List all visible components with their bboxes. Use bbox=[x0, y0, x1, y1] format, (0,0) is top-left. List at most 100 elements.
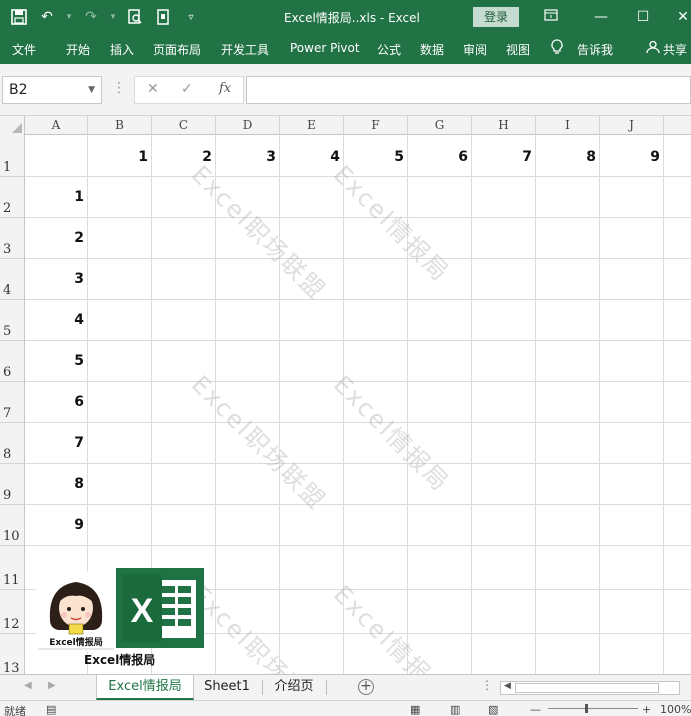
cell-row1-value[interactable]: 5 bbox=[344, 149, 404, 165]
cell-colA-value[interactable]: 3 bbox=[25, 271, 84, 287]
row-header-7[interactable]: 7 bbox=[0, 382, 25, 423]
tab-data[interactable]: 数据 bbox=[420, 41, 444, 58]
cell-row1-value[interactable]: 9 bbox=[600, 149, 660, 165]
column-header-g[interactable]: G bbox=[408, 116, 472, 135]
tab-view[interactable]: 视图 bbox=[506, 41, 530, 58]
cancel-icon[interactable]: ✕ bbox=[147, 81, 159, 97]
column-header-b[interactable]: B bbox=[88, 116, 152, 135]
chevron-down-icon[interactable]: ▾ bbox=[108, 6, 118, 28]
worksheet-grid[interactable]: ABCDEFGHIJ 1 2 3 4 5 6 7 8 9 10 11 12 13 1 2 3 4 5 6 7 8 9 1 2 3… bbox=[0, 116, 691, 674]
cell-colA-value[interactable]: 5 bbox=[25, 353, 84, 369]
column-header-j[interactable]: J bbox=[600, 116, 664, 135]
row-header-10[interactable]: 10 bbox=[0, 505, 25, 546]
macro-record-icon[interactable]: ▤ bbox=[46, 703, 56, 716]
quick-access-toolbar: ↶ ▾ ↷ ▾ ▿ bbox=[8, 6, 202, 28]
row-header-5[interactable]: 5 bbox=[0, 300, 25, 341]
column-header-c[interactable]: C bbox=[152, 116, 216, 135]
row-header-1[interactable]: 1 bbox=[0, 135, 25, 177]
minimize-icon[interactable]: — bbox=[590, 6, 612, 28]
close-icon[interactable]: ✕ bbox=[672, 6, 691, 28]
save-icon[interactable] bbox=[8, 6, 30, 28]
cell-colA-value[interactable]: 6 bbox=[25, 394, 84, 410]
prev-sheet-icon[interactable]: ◀ bbox=[24, 680, 32, 691]
new-document-icon[interactable] bbox=[152, 6, 174, 28]
print-preview-icon[interactable] bbox=[124, 6, 146, 28]
tab-page-layout[interactable]: 页面布局 bbox=[153, 41, 201, 58]
normal-view-icon[interactable]: ▦ bbox=[410, 703, 420, 716]
grid-line bbox=[471, 135, 472, 674]
row-header-3[interactable]: 3 bbox=[0, 218, 25, 259]
sheet-tab-sheet1[interactable]: Sheet1 bbox=[198, 675, 256, 700]
zoom-slider-thumb[interactable] bbox=[585, 704, 588, 713]
row-header-12[interactable]: 12 bbox=[0, 590, 25, 634]
cell-row1-value[interactable]: 6 bbox=[408, 149, 468, 165]
tab-insert[interactable]: 插入 bbox=[110, 41, 134, 58]
cell-row1-value[interactable]: 4 bbox=[280, 149, 340, 165]
column-header-f[interactable]: F bbox=[344, 116, 408, 135]
sheet-tab-intro[interactable]: 介绍页 bbox=[266, 675, 322, 700]
cell-row1-value[interactable]: 2 bbox=[152, 149, 212, 165]
row-header-8[interactable]: 8 bbox=[0, 423, 25, 464]
page-layout-view-icon[interactable]: ▥ bbox=[450, 703, 460, 716]
zoom-in-icon[interactable]: + bbox=[642, 703, 651, 716]
cell-row1-value[interactable]: 8 bbox=[536, 149, 596, 165]
select-all-button[interactable] bbox=[0, 116, 25, 135]
zoom-level[interactable]: 100% bbox=[660, 703, 691, 716]
chevron-down-icon[interactable]: ▼ bbox=[88, 77, 95, 103]
tab-file[interactable]: 文件 bbox=[12, 41, 36, 58]
redo-icon[interactable]: ↷ bbox=[80, 6, 102, 28]
tab-review[interactable]: 审阅 bbox=[463, 41, 487, 58]
cell-row1-value[interactable]: 3 bbox=[216, 149, 276, 165]
undo-icon[interactable]: ↶ bbox=[36, 6, 58, 28]
sheet-tab-excel-qingbaoju[interactable]: Excel情报局 bbox=[96, 675, 194, 700]
splitter-handle[interactable]: ⋮ bbox=[112, 80, 126, 96]
ribbon-display-icon[interactable] bbox=[540, 6, 562, 28]
lightbulb-icon[interactable] bbox=[551, 39, 563, 58]
zoom-slider[interactable] bbox=[548, 708, 638, 709]
column-header-h[interactable]: H bbox=[472, 116, 536, 135]
tab-home[interactable]: 开始 bbox=[66, 41, 90, 58]
user-icon[interactable] bbox=[646, 40, 660, 57]
scrollbar-thumb[interactable] bbox=[515, 683, 659, 693]
cell-colA-value[interactable]: 8 bbox=[25, 476, 84, 492]
page-break-view-icon[interactable]: ▧ bbox=[488, 703, 498, 716]
row-header-13[interactable]: 13 bbox=[0, 634, 25, 674]
check-icon[interactable]: ✓ bbox=[181, 81, 193, 97]
chevron-down-icon[interactable]: ▾ bbox=[64, 6, 74, 28]
tab-developer[interactable]: 开发工具 bbox=[221, 41, 269, 58]
name-box[interactable]: B2 ▼ bbox=[2, 76, 102, 104]
column-header-a[interactable]: A bbox=[25, 116, 88, 135]
column-header-e[interactable]: E bbox=[280, 116, 344, 135]
formula-input[interactable] bbox=[246, 76, 691, 104]
login-button[interactable]: 登录 bbox=[473, 7, 519, 27]
row-header-2[interactable]: 2 bbox=[0, 177, 25, 218]
tab-splitter-icon[interactable]: ⋮ bbox=[481, 678, 493, 692]
avatar-picture[interactable]: Excel情报局 bbox=[36, 572, 116, 652]
cell-colA-value[interactable]: 9 bbox=[25, 517, 84, 533]
cell-row1-value[interactable]: 7 bbox=[472, 149, 532, 165]
cell-colA-value[interactable]: 4 bbox=[25, 312, 84, 328]
customize-qat-icon[interactable]: ▿ bbox=[180, 6, 202, 28]
row-header-9[interactable]: 9 bbox=[0, 464, 25, 505]
share-button[interactable]: 共享 bbox=[663, 41, 687, 58]
tell-me-search[interactable]: 告诉我 bbox=[577, 41, 613, 58]
cell-colA-value[interactable]: 1 bbox=[25, 189, 84, 205]
row-header-4[interactable]: 4 bbox=[0, 259, 25, 300]
cell-colA-value[interactable]: 7 bbox=[25, 435, 84, 451]
zoom-out-icon[interactable]: — bbox=[530, 703, 541, 716]
next-sheet-icon[interactable]: ▶ bbox=[48, 680, 56, 691]
maximize-icon[interactable]: ☐ bbox=[632, 6, 654, 28]
add-sheet-icon[interactable]: + bbox=[358, 679, 374, 695]
insert-function-icon[interactable]: fx bbox=[219, 81, 231, 96]
row-header-6[interactable]: 6 bbox=[0, 341, 25, 382]
tab-power-pivot[interactable]: Power Pivot bbox=[290, 41, 360, 55]
tab-formulas[interactable]: 公式 bbox=[377, 41, 401, 58]
cell-row1-value[interactable]: 1 bbox=[88, 149, 148, 165]
column-header-i[interactable]: I bbox=[536, 116, 600, 135]
excel-logo-picture[interactable]: X bbox=[116, 568, 204, 648]
horizontal-scrollbar[interactable]: ◀ bbox=[500, 681, 680, 695]
scroll-left-icon[interactable]: ◀ bbox=[504, 681, 511, 691]
row-header-11[interactable]: 11 bbox=[0, 546, 25, 590]
cell-colA-value[interactable]: 2 bbox=[25, 230, 84, 246]
column-header-d[interactable]: D bbox=[216, 116, 280, 135]
